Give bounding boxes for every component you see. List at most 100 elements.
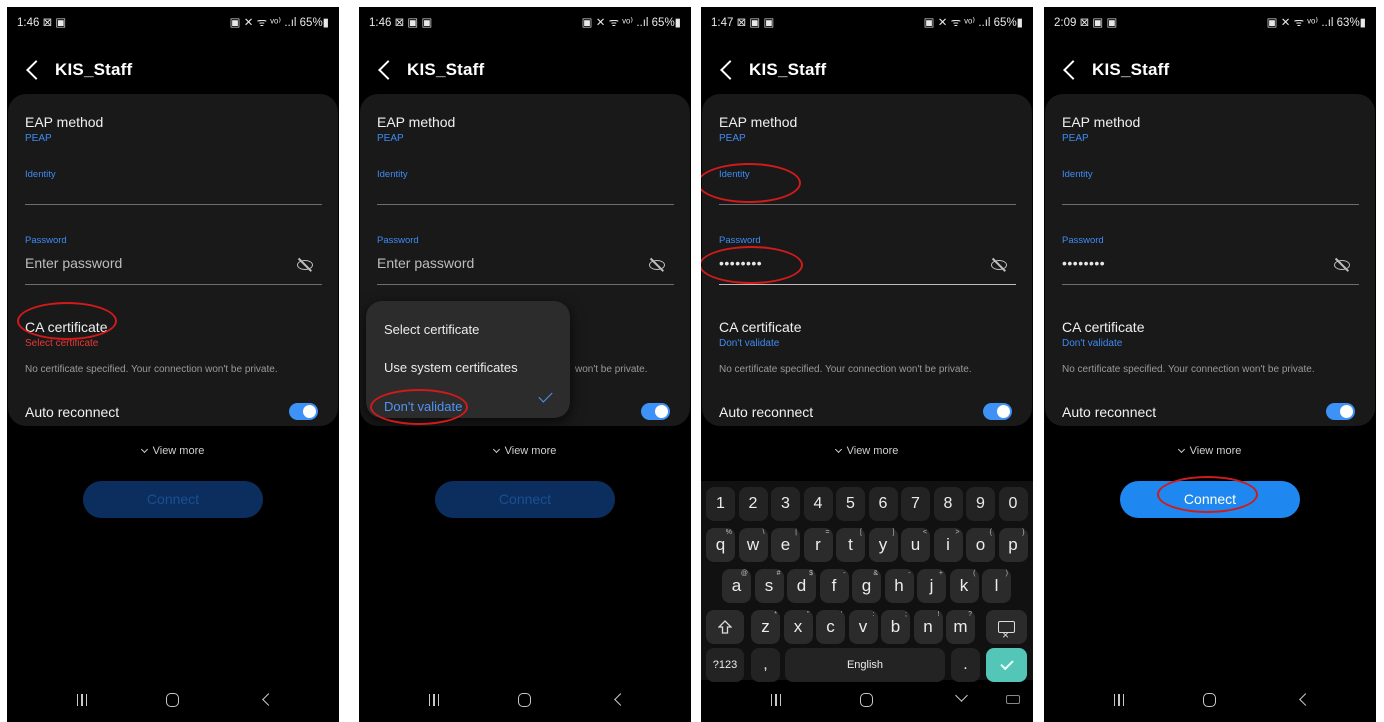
ca-certificate-label[interactable]: CA certificate: [719, 319, 801, 335]
key-letter[interactable]: l): [982, 569, 1011, 603]
key-letter[interactable]: k(: [949, 569, 979, 603]
eye-off-icon[interactable]: [296, 258, 314, 272]
key-letter[interactable]: f-: [819, 569, 849, 603]
key-letter[interactable]: v:: [848, 610, 878, 644]
password-input[interactable]: ••••••••: [1062, 255, 1105, 271]
key-letter[interactable]: c ': [816, 610, 845, 644]
home-icon[interactable]: [860, 693, 873, 707]
auto-reconnect-toggle[interactable]: [1326, 403, 1355, 420]
key-number[interactable]: 6: [868, 487, 898, 521]
key-letter[interactable]: x ": [783, 610, 813, 644]
back-arrow-icon[interactable]: [26, 60, 46, 80]
key-number[interactable]: 0: [998, 487, 1028, 521]
view-more-button[interactable]: View more: [359, 445, 691, 457]
eap-method-label[interactable]: EAP method: [25, 114, 103, 130]
key-number[interactable]: 7: [901, 487, 930, 521]
comma-key[interactable]: ,: [751, 648, 780, 682]
key-number[interactable]: 3: [771, 487, 800, 521]
key-number[interactable]: 1: [706, 487, 735, 521]
enter-key[interactable]: [986, 648, 1027, 682]
eap-method-label[interactable]: EAP method: [377, 114, 455, 130]
recent-apps-icon[interactable]: [429, 694, 439, 706]
back-arrow-icon[interactable]: [1063, 60, 1083, 80]
option-select-certificate[interactable]: Select certificate: [384, 322, 479, 337]
eye-off-icon[interactable]: [990, 258, 1008, 272]
key-letter[interactable]: t[: [836, 528, 865, 562]
connect-button[interactable]: Connect: [83, 481, 263, 518]
period-key[interactable]: .: [951, 648, 980, 682]
key-number[interactable]: 4: [803, 487, 833, 521]
nav-back-icon[interactable]: [262, 693, 275, 706]
ca-certificate-value: Select certificate: [25, 338, 99, 349]
key-secondary-label: -: [843, 570, 846, 577]
key-letter[interactable]: s #: [754, 569, 784, 603]
key-letter[interactable]: w \: [738, 528, 768, 562]
key-letter[interactable]: p}: [998, 528, 1028, 562]
password-label: Password: [1062, 235, 1104, 246]
key-letter[interactable]: i >: [933, 528, 963, 562]
back-arrow-icon[interactable]: [720, 60, 740, 80]
view-more-button[interactable]: View more: [701, 445, 1033, 457]
key-number[interactable]: 9: [966, 487, 995, 521]
eye-off-icon[interactable]: [648, 258, 666, 272]
nav-back-icon[interactable]: [1299, 693, 1312, 706]
recent-apps-icon[interactable]: [771, 694, 781, 706]
backspace-key[interactable]: [986, 610, 1027, 652]
key-letter[interactable]: o{: [966, 528, 995, 562]
view-more-button[interactable]: View more: [1044, 445, 1376, 457]
home-icon[interactable]: [518, 693, 531, 707]
backspace-icon: [998, 618, 1015, 652]
identity-input[interactable]: [719, 204, 1016, 205]
shift-key[interactable]: [706, 610, 744, 644]
key-letter[interactable]: g &: [852, 569, 881, 603]
key-letter[interactable]: r =: [803, 528, 833, 562]
key-letter[interactable]: n!: [913, 610, 943, 644]
key-letter[interactable]: j +: [917, 569, 946, 603]
recent-apps-icon[interactable]: [77, 694, 87, 706]
keyboard-icon[interactable]: [1006, 695, 1020, 704]
auto-reconnect-toggle[interactable]: [641, 403, 670, 420]
key-number[interactable]: 8: [933, 487, 963, 521]
home-icon[interactable]: [1203, 693, 1216, 707]
key-letter[interactable]: b;: [881, 610, 910, 644]
password-input[interactable]: ••••••••: [719, 255, 762, 271]
space-key[interactable]: English: [785, 648, 945, 682]
key-letter[interactable]: u <: [901, 528, 930, 562]
key-letter[interactable]: m?: [946, 610, 975, 644]
view-more-button[interactable]: View more: [7, 445, 339, 457]
nav-back-icon[interactable]: [614, 693, 627, 706]
key-number[interactable]: 5: [836, 487, 865, 521]
eap-method-label[interactable]: EAP method: [719, 114, 797, 130]
recent-apps-icon[interactable]: [1114, 694, 1124, 706]
connect-button[interactable]: Connect: [1120, 481, 1300, 518]
ca-certificate-label[interactable]: CA certificate: [1062, 319, 1144, 335]
option-dont-validate[interactable]: Don't validate: [384, 399, 462, 414]
identity-input[interactable]: [25, 204, 322, 205]
back-arrow-icon[interactable]: [378, 60, 398, 80]
eap-method-label[interactable]: EAP method: [1062, 114, 1140, 130]
status-bar: 1:46 ⊠ ▣ ▣ ▣ ✕ ᯤ ᵛᵒ⁾ ..ıl 65%▮: [359, 7, 691, 37]
ca-certificate-label[interactable]: CA certificate: [25, 319, 107, 335]
identity-input[interactable]: [1062, 204, 1359, 205]
key-letter[interactable]: z *: [751, 610, 780, 644]
password-input[interactable]: Enter password: [25, 255, 122, 271]
hide-keyboard-icon[interactable]: [955, 689, 968, 702]
eye-off-icon[interactable]: [1333, 258, 1351, 272]
key-letter[interactable]: e |: [771, 528, 800, 562]
symbols-key[interactable]: ?123: [706, 648, 744, 682]
identity-input[interactable]: [377, 204, 674, 205]
password-input[interactable]: Enter password: [377, 255, 474, 271]
key-letter[interactable]: h-: [884, 569, 914, 603]
status-icons: ▣ ✕ ᯤ ᵛᵒ⁾ ..ıl 65%▮: [923, 17, 1023, 29]
status-bar: 1:47 ⊠ ▣ ▣ ▣ ✕ ᯤ ᵛᵒ⁾ ..ıl 65%▮: [701, 7, 1033, 37]
home-icon[interactable]: [166, 693, 179, 707]
option-system-certificates[interactable]: Use system certificates: [384, 360, 518, 375]
auto-reconnect-toggle[interactable]: [289, 403, 318, 420]
key-letter[interactable]: y]: [868, 528, 898, 562]
key-letter[interactable]: q%: [706, 528, 735, 562]
connect-button[interactable]: Connect: [435, 481, 615, 518]
key-letter[interactable]: a @: [722, 569, 751, 603]
auto-reconnect-toggle[interactable]: [983, 403, 1012, 420]
key-letter[interactable]: d $: [787, 569, 816, 603]
key-number[interactable]: 2: [738, 487, 768, 521]
